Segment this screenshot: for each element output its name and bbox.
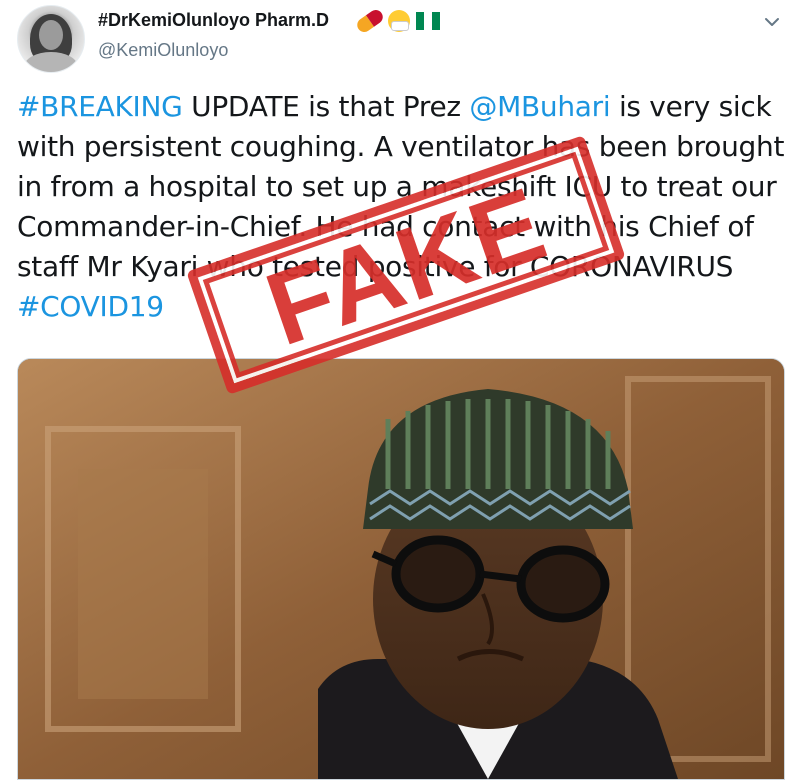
avatar[interactable] [17, 5, 85, 73]
photo-illustration [18, 359, 784, 779]
avatar-face [39, 20, 63, 50]
hashtag-link[interactable]: #BREAKING [17, 90, 183, 123]
nigeria-flag-icon [416, 12, 440, 30]
mention-link[interactable]: @MBuhari [469, 90, 610, 123]
avatar-body [24, 52, 78, 72]
tweet-text-segment: in from a hospital to set up a makeshift… [17, 170, 777, 203]
tweet-text-segment: UPDATE is that Prez [182, 90, 470, 123]
chevron-down-icon[interactable] [762, 12, 782, 32]
tweet-text-segment: with persistent coughing. A ventilator h… [17, 130, 785, 163]
user-handle[interactable]: @KemiOlunloyo [98, 40, 228, 61]
display-name[interactable]: #DrKemiOlunloyo Pharm.D [98, 10, 329, 31]
pill-icon [354, 7, 386, 35]
tweet-photo[interactable] [17, 358, 785, 780]
name-badges [354, 7, 440, 35]
tweet-line: with persistent coughing. A ventilator h… [17, 127, 792, 167]
hashtag-link[interactable]: #COVID19 [17, 290, 164, 323]
tweet-text-segment: is very sick [610, 90, 772, 123]
tweet-line: #BREAKING UPDATE is that Prez @MBuhari i… [17, 87, 792, 127]
face-mask-icon [388, 10, 410, 32]
